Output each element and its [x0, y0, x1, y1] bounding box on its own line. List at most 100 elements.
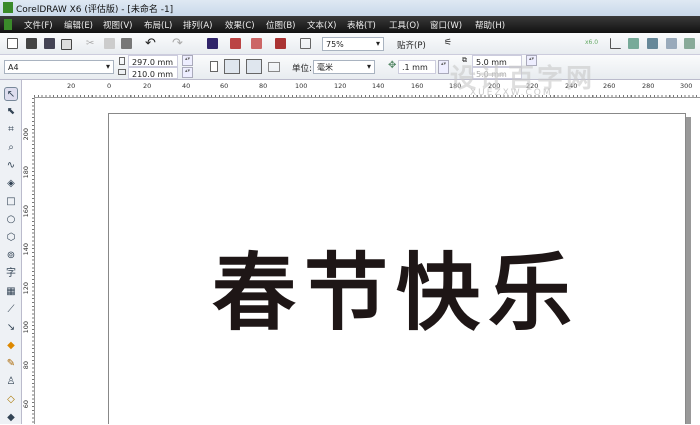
copy-icon[interactable]: [104, 38, 115, 49]
menu-file[interactable]: 文件(F): [24, 19, 53, 31]
basic-shapes-tool-icon[interactable]: ⊚: [4, 249, 18, 263]
macro-icon[interactable]: x6.0: [585, 39, 598, 50]
unit-label: 单位:: [292, 64, 312, 74]
ruler-tick: 80: [259, 82, 268, 90]
ruler-tick: 60: [220, 82, 229, 90]
eyedropper-tool-icon[interactable]: ✎: [4, 357, 18, 371]
color-styles-icon[interactable]: [684, 38, 695, 49]
nudge-distance-field[interactable]: .1 mm: [398, 60, 436, 74]
page-width-icon: [119, 57, 125, 65]
import-icon[interactable]: [207, 38, 218, 49]
application-launcher-icon[interactable]: [275, 38, 286, 49]
ruler-tick: 140: [22, 243, 30, 256]
watermark-url: XUEZXW.COM: [470, 88, 553, 98]
ruler-tick: 40: [182, 82, 191, 90]
unit-dropdown[interactable]: 毫米: [313, 60, 375, 74]
transform-icon[interactable]: [666, 38, 677, 49]
toolbox: ↖ ⬉ ⌗ ⌕ ∿ ◈ □ ○ ⬡ ⊚ 字 ▦ ⟋ ↘ ◆ ✎ ♙ ◇ ◆: [0, 80, 22, 424]
menu-effects[interactable]: 效果(C): [225, 19, 255, 31]
menu-table[interactable]: 表格(T): [347, 19, 376, 31]
export-icon[interactable]: [230, 38, 241, 49]
open-icon[interactable]: [26, 38, 37, 49]
text-tool-icon[interactable]: 字: [4, 267, 18, 281]
page-height-field[interactable]: 210.0 mm: [128, 67, 178, 79]
page-size-dropdown[interactable]: A4: [4, 60, 114, 74]
menu-layout[interactable]: 布局(L): [144, 19, 172, 31]
publish-pdf-icon[interactable]: [251, 38, 262, 49]
snap-to-dropdown[interactable]: 贴齐(P): [397, 39, 426, 51]
zoom-level-dropdown[interactable]: 75%: [322, 37, 384, 51]
portrait-button[interactable]: [210, 61, 218, 72]
outline-tool-icon[interactable]: ♙: [4, 375, 18, 389]
page-shadow: [686, 117, 691, 424]
zoom-level-value: 75%: [326, 40, 344, 49]
nudge-spinner[interactable]: ▴▾: [438, 60, 449, 74]
welcome-screen-icon[interactable]: [300, 38, 311, 49]
vertical-ruler[interactable]: 200 180 160 140 120 100 80 60: [22, 98, 35, 424]
canvas-text-object[interactable]: 春节快乐: [212, 245, 580, 341]
ruler-tick: 300: [680, 82, 693, 90]
crop-tool-icon[interactable]: ⌗: [4, 123, 18, 137]
page-width-field[interactable]: 297.0 mm: [128, 55, 178, 67]
nudge-icon: ✥: [388, 60, 397, 71]
ruler-tick: 60: [22, 400, 30, 409]
docker-icon[interactable]: [628, 38, 639, 49]
save-icon[interactable]: [44, 38, 55, 49]
ruler-tick: 120: [22, 282, 30, 295]
app-menu-icon[interactable]: [4, 19, 12, 30]
current-page-button[interactable]: [268, 62, 280, 72]
paste-icon[interactable]: [121, 38, 132, 49]
menu-window[interactable]: 窗口(W): [430, 19, 462, 31]
align-icon[interactable]: [610, 38, 621, 49]
ruler-tick: 20: [143, 82, 152, 90]
undo-icon[interactable]: ↶: [145, 36, 156, 51]
page-height-value: 210.0 mm: [132, 70, 174, 79]
zoom-tool-icon[interactable]: ⌕: [4, 141, 18, 155]
all-pages-button[interactable]: [246, 59, 262, 74]
ruler-tick: 160: [22, 205, 30, 218]
menu-arrange[interactable]: 排列(A): [183, 19, 212, 31]
menu-text[interactable]: 文本(X): [307, 19, 336, 31]
landscape-button[interactable]: [224, 59, 240, 74]
new-icon[interactable]: [7, 38, 18, 49]
table-tool-icon[interactable]: ▦: [4, 285, 18, 299]
window-title: CorelDRAW X6 (评估版) - [未命名 -1]: [16, 5, 174, 15]
redo-icon[interactable]: ↷: [172, 36, 183, 51]
ruler-tick: 160: [411, 82, 424, 90]
fill-tool-icon[interactable]: ◇: [4, 393, 18, 407]
ruler-tick: 260: [603, 82, 616, 90]
menu-help[interactable]: 帮助(H): [475, 19, 505, 31]
ruler-tick: 0: [107, 82, 112, 90]
pick-tool-icon[interactable]: ↖: [4, 87, 18, 101]
polygon-tool-icon[interactable]: ⬡: [4, 231, 18, 245]
connector-tool-icon[interactable]: ↘: [4, 321, 18, 335]
interactive-fill-tool-icon[interactable]: ◆: [4, 411, 18, 425]
options-icon[interactable]: ⚟: [444, 38, 455, 49]
page-height-spinner[interactable]: ▴▾: [182, 67, 193, 78]
ruler-tick: 120: [334, 82, 347, 90]
print-icon[interactable]: [61, 39, 72, 50]
standard-toolbar: ✂ ↶ ↷ 75% 贴齐(P) ⚟ x6.0: [0, 33, 700, 55]
ruler-tick: 280: [642, 82, 655, 90]
page-width-spinner[interactable]: ▴▾: [182, 55, 193, 66]
nudge-distance-value: .1 mm: [402, 63, 428, 72]
menu-view[interactable]: 视图(V): [103, 19, 132, 31]
blend-tool-icon[interactable]: ◆: [4, 339, 18, 353]
smart-fill-tool-icon[interactable]: ◈: [4, 177, 18, 191]
ruler-tick: 140: [372, 82, 385, 90]
freehand-tool-icon[interactable]: ∿: [4, 159, 18, 173]
dimension-tool-icon[interactable]: ⟋: [4, 303, 18, 317]
ruler-tick: 180: [22, 166, 30, 179]
cut-icon[interactable]: ✂: [86, 38, 97, 49]
horizontal-ruler[interactable]: 20 0 20 40 60 80 100 120 140 160 180 200…: [34, 80, 700, 98]
ellipse-tool-icon[interactable]: ○: [4, 213, 18, 227]
menu-tools[interactable]: 工具(O): [389, 19, 419, 31]
ruler-tick: 200: [22, 128, 30, 141]
menu-edit[interactable]: 编辑(E): [64, 19, 93, 31]
object-manager-icon[interactable]: [647, 38, 658, 49]
menu-bitmaps[interactable]: 位图(B): [266, 19, 295, 31]
ruler-tick: 100: [295, 82, 308, 90]
unit-value: 毫米: [317, 63, 333, 72]
rectangle-tool-icon[interactable]: □: [4, 195, 18, 209]
shape-tool-icon[interactable]: ⬉: [4, 105, 18, 119]
